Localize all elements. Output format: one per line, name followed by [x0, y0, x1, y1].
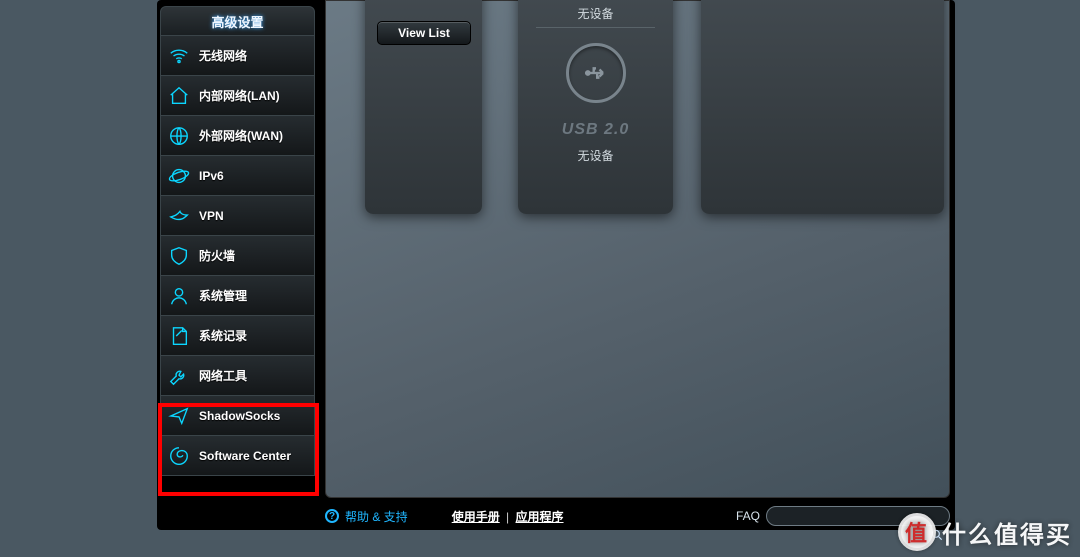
sidebar-item-label: Software Center: [199, 449, 291, 463]
faq-section: FAQ: [736, 506, 950, 526]
help-icon: ?: [325, 509, 339, 523]
user-icon: [167, 284, 191, 308]
sidebar: 高级设置 无线网络 内部网络(LAN) 外部网络(WAN) IPv6 VPN: [160, 6, 315, 476]
note-icon: [167, 324, 191, 348]
sidebar-item-ipv6[interactable]: IPv6: [160, 156, 315, 196]
help-link[interactable]: ? 帮助 & 支持: [325, 508, 408, 525]
apps-link[interactable]: 应用程序: [516, 510, 564, 524]
usb-title: USB 2.0: [518, 121, 673, 139]
sidebar-item-label: 网络工具: [199, 367, 247, 384]
sidebar-item-label: 防火墙: [199, 247, 235, 264]
divider: [536, 27, 655, 28]
wifi-icon: [167, 44, 191, 68]
card-clients: View List: [365, 0, 482, 214]
sidebar-item-label: 系统记录: [199, 327, 247, 344]
view-list-button[interactable]: View List: [377, 21, 471, 45]
planet-icon: [167, 164, 191, 188]
sidebar-item-wireless[interactable]: 无线网络: [160, 36, 315, 76]
sidebar-item-softwarecenter[interactable]: Software Center: [160, 436, 315, 476]
sidebar-item-label: IPv6: [199, 169, 224, 183]
sidebar-item-lan[interactable]: 内部网络(LAN): [160, 76, 315, 116]
sidebar-item-label: ShadowSocks: [199, 409, 280, 423]
sidebar-item-label: 无线网络: [199, 47, 247, 64]
main-panel: View List 无设备 USB 2.0 无设备: [325, 0, 950, 498]
sidebar-item-firewall[interactable]: 防火墙: [160, 236, 315, 276]
sidebar-item-shadowsocks[interactable]: ShadowSocks: [160, 396, 315, 436]
sidebar-header: 高级设置: [160, 6, 315, 36]
bird-icon: [167, 204, 191, 228]
sidebar-item-label: 系统管理: [199, 287, 247, 304]
sidebar-item-nettools[interactable]: 网络工具: [160, 356, 315, 396]
sidebar-item-wan[interactable]: 外部网络(WAN): [160, 116, 315, 156]
separator: |: [506, 510, 509, 524]
help-label: 帮助 & 支持: [345, 508, 408, 525]
wrench-icon: [167, 364, 191, 388]
sidebar-item-label: 外部网络(WAN): [199, 127, 283, 144]
faq-search-input[interactable]: [766, 506, 950, 526]
card-right: [701, 0, 944, 214]
usb-status-bottom: 无设备: [518, 147, 673, 164]
card-usb: 无设备 USB 2.0 无设备: [518, 0, 673, 214]
swirl-icon: [167, 444, 191, 468]
sidebar-item-syslog[interactable]: 系统记录: [160, 316, 315, 356]
globe-icon: [167, 124, 191, 148]
search-icon[interactable]: [928, 526, 946, 544]
sidebar-item-label: 内部网络(LAN): [199, 87, 280, 104]
usb-status-top: 无设备: [518, 5, 673, 22]
usb-icon: [566, 43, 626, 103]
faq-label: FAQ: [736, 509, 760, 523]
shield-icon: [167, 244, 191, 268]
sidebar-item-vpn[interactable]: VPN: [160, 196, 315, 236]
manual-link[interactable]: 使用手册: [452, 510, 500, 524]
plane-icon: [167, 404, 191, 428]
footer: ? 帮助 & 支持 使用手册 | 应用程序 FAQ: [325, 504, 950, 528]
sidebar-item-label: VPN: [199, 209, 224, 223]
watermark-text: 什么值得买: [942, 515, 1072, 550]
footer-links: 使用手册 | 应用程序: [452, 508, 564, 525]
home-icon: [167, 84, 191, 108]
sidebar-item-admin[interactable]: 系统管理: [160, 276, 315, 316]
